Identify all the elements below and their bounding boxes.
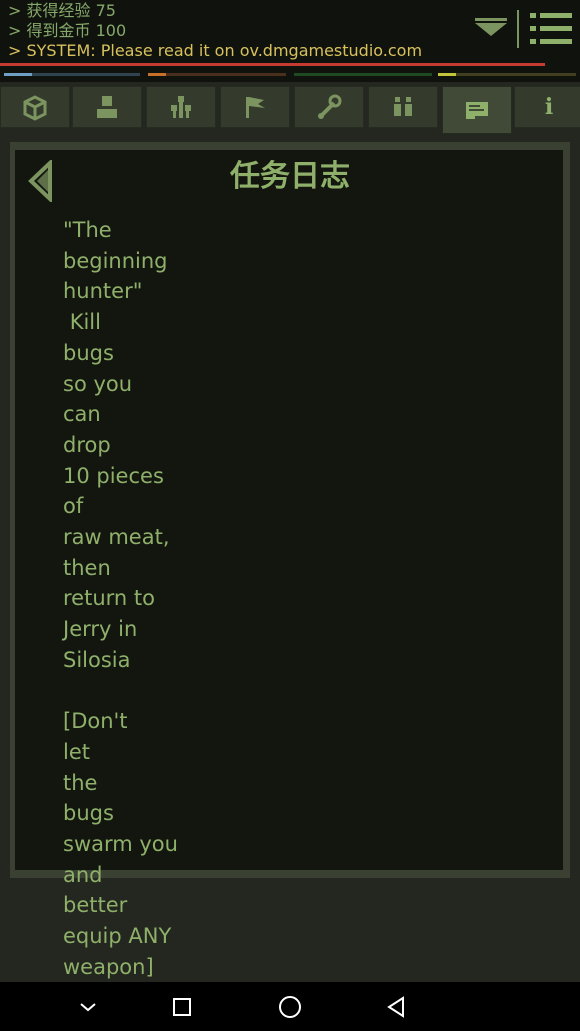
tab-info[interactable]: i	[514, 86, 580, 128]
tab-inventory[interactable]	[0, 86, 70, 128]
health-bar	[0, 63, 545, 66]
back-button[interactable]	[28, 158, 54, 204]
home-button[interactable]	[260, 982, 320, 1031]
message-log: > 获得经验 75 > 得到金币 100 > SYSTEM: Please re…	[0, 0, 580, 62]
tab-quest-log[interactable]	[442, 86, 512, 134]
energy-bar-track	[166, 73, 286, 76]
wrench-icon	[318, 94, 342, 119]
back-icon	[387, 995, 404, 1018]
hide-keyboard-button[interactable]	[58, 982, 118, 1031]
exp-bar-track	[456, 73, 576, 76]
stamina-bar-track	[294, 73, 432, 76]
notepad-icon	[466, 102, 488, 119]
quest-description: "The beginning hunter" Kill bugs so you …	[63, 218, 178, 979]
back-nav-button[interactable]	[366, 982, 426, 1031]
home-icon	[279, 995, 301, 1018]
flag-icon	[246, 97, 265, 118]
log-line: > 得到金币 100	[8, 21, 127, 40]
tab-crafting[interactable]	[294, 86, 364, 128]
hide-keyboard-icon	[80, 1002, 96, 1011]
people-icon	[394, 97, 412, 116]
divider	[517, 10, 519, 48]
info-icon: i	[544, 94, 554, 120]
panel-title: 任务日志	[230, 159, 350, 194]
tab-quests-map[interactable]	[220, 86, 290, 128]
status-bars	[0, 60, 580, 82]
chevron-down-double-icon	[475, 18, 507, 36]
system-nav-bar	[0, 982, 580, 1031]
energy-bar	[148, 73, 166, 76]
tab-party[interactable]	[368, 86, 438, 128]
left-arrow-icon	[28, 158, 52, 204]
tab-bar: i	[0, 86, 580, 134]
recents-button[interactable]	[152, 982, 212, 1031]
person-icon	[97, 96, 117, 118]
mana-bar	[4, 73, 32, 76]
hamburger-menu-icon	[530, 13, 572, 44]
tree-icon	[171, 96, 191, 118]
exp-bar	[438, 73, 456, 76]
log-line: > 获得经验 75	[8, 1, 116, 20]
collapse-log-button[interactable]	[472, 14, 510, 46]
log-line-system: > SYSTEM: Please read it on ov.dmgamestu…	[8, 41, 423, 60]
tab-skills[interactable]	[146, 86, 216, 128]
tab-character[interactable]	[72, 86, 142, 128]
menu-button[interactable]	[526, 8, 576, 50]
box-icon	[23, 95, 47, 121]
mana-bar-track	[32, 73, 140, 76]
recents-icon	[173, 997, 191, 1016]
